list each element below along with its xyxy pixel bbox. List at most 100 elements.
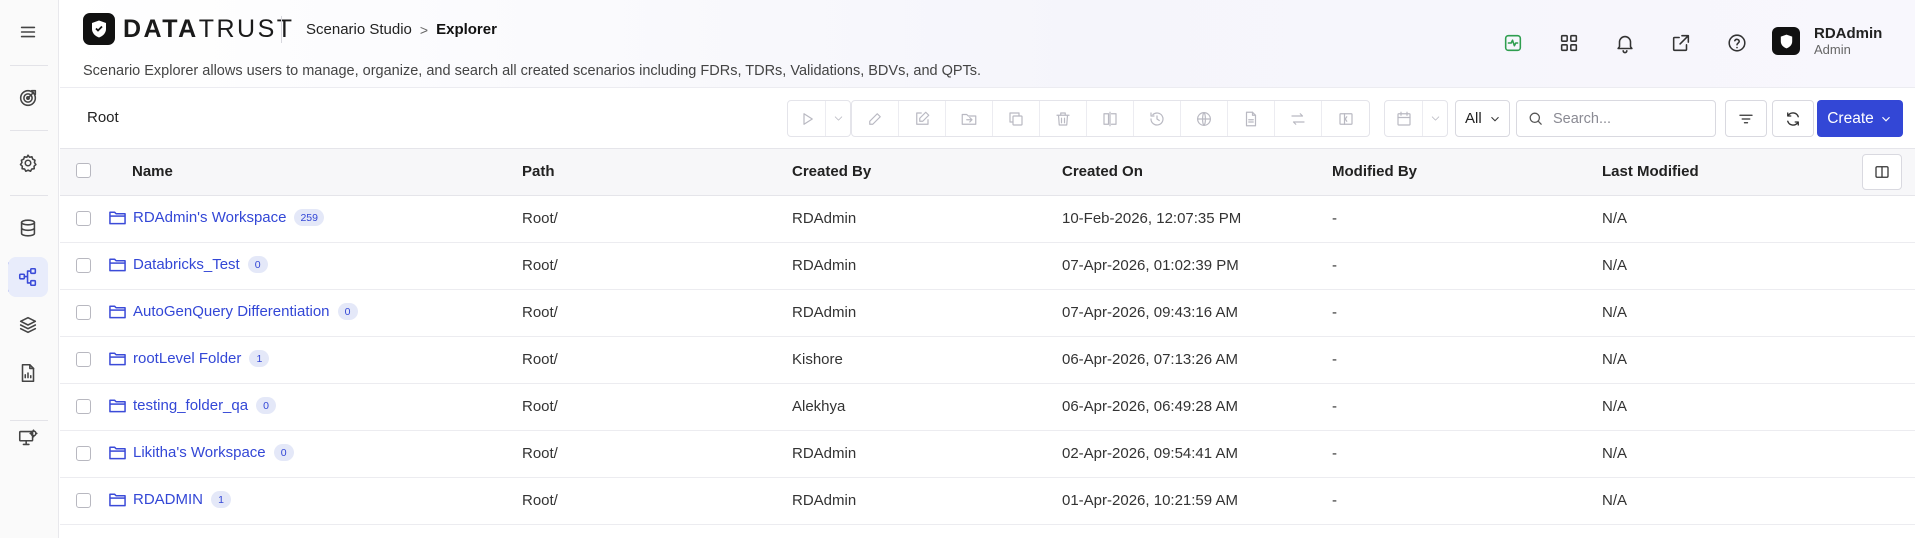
folder-name-link[interactable]: AutoGenQuery Differentiation [133,303,330,320]
nav-item-database[interactable] [8,208,48,248]
compare-button[interactable] [1087,101,1134,136]
swap-button[interactable] [1275,101,1322,136]
move-button[interactable] [946,101,993,136]
modified-by-cell: - [1332,398,1337,415]
sidebar-panel-icon [1338,112,1353,125]
notifications-button[interactable] [1609,27,1641,59]
created-on-cell: 07-Apr-2026, 09:43:16 AM [1062,304,1238,321]
modified-by-cell: - [1332,351,1337,368]
row-checkbox[interactable] [76,258,91,273]
publish-button[interactable] [1181,101,1228,136]
page-description: Scenario Explorer allows users to manage… [83,63,982,79]
folder-icon [109,258,126,272]
edit-button[interactable] [899,101,946,136]
copy-button[interactable] [993,101,1040,136]
health-status-button[interactable] [1497,27,1529,59]
table-row[interactable]: Likitha's Workspace 0 Root/RDAdmin 02-Apr-2… [60,431,1915,478]
created-on-cell: 10-Feb-2026, 12:07:35 PM [1062,210,1242,227]
edit-square-icon [916,111,930,125]
run-button[interactable] [788,101,826,136]
table-row[interactable]: RDADMIN 1 Root/RDAdmin 01-Apr-2026, 10:21:5… [60,478,1915,525]
refresh-button[interactable] [1772,100,1814,137]
table-row[interactable]: testing_folder_qa 0 Root/Alekhya 06-Apr-202… [60,384,1915,431]
export-button[interactable] [1228,101,1275,136]
user-name: RDAdmin [1814,25,1883,42]
nav-item-reports[interactable] [8,353,48,393]
row-checkbox[interactable] [76,352,91,367]
table-row[interactable]: Databricks_Test 0 Root/RDAdmin 07-Apr-2026,… [60,243,1915,290]
column-header-created-by[interactable]: Created By [792,163,871,180]
path-cell: Root/ [522,304,558,321]
folder-name-cell[interactable]: rootLevel Folder 1 [109,350,270,367]
folder-name-cell[interactable]: RDADMIN 1 [109,491,231,508]
report-document-icon [21,363,35,383]
help-button[interactable] [1721,27,1753,59]
apps-grid-button[interactable] [1553,27,1585,59]
nav-item-monitoring[interactable] [8,418,48,458]
nav-item-layers[interactable] [8,305,48,345]
monitor-settings-icon [18,429,38,446]
last-modified-cell: N/A [1602,398,1628,415]
item-count-badge: 1 [249,350,270,367]
folder-name-cell[interactable]: AutoGenQuery Differentiation 0 [109,303,358,320]
column-header-created-on[interactable]: Created On [1062,163,1143,180]
column-settings-button[interactable] [1862,154,1902,190]
row-checkbox[interactable] [76,305,91,320]
nav-item-targets[interactable] [8,78,48,118]
row-checkbox[interactable] [76,493,91,508]
nav-item-scenario-studio[interactable] [8,257,48,297]
table-row[interactable]: RDAdmin's Workspace 259 Root/RDAdmin 10-Feb… [60,196,1915,243]
schedule-button[interactable] [1385,101,1423,136]
folder-name-link[interactable]: RDAdmin's Workspace [133,209,286,226]
nav-item-settings[interactable] [8,143,48,183]
item-count-badge: 0 [256,397,277,414]
history-button[interactable] [1134,101,1181,136]
column-header-modified-by[interactable]: Modified By [1332,163,1417,180]
breadcrumb-scenario-studio[interactable]: Scenario Studio [306,21,412,38]
open-external-button[interactable] [1665,27,1697,59]
create-button[interactable]: Create [1817,100,1903,137]
folder-name-link[interactable]: RDADMIN [133,491,203,508]
folder-name-cell[interactable]: RDAdmin's Workspace 259 [109,209,324,226]
bell-icon [1617,35,1633,54]
folder-name-link[interactable]: rootLevel Folder [133,350,241,367]
schedule-options-dropdown[interactable] [1423,101,1447,136]
folder-name-cell[interactable]: Likitha's Workspace 0 [109,444,294,461]
path-cell: Root/ [522,351,558,368]
type-filter-select[interactable]: All [1455,100,1510,137]
row-checkbox[interactable] [76,211,91,226]
folder-name-cell[interactable]: testing_folder_qa 0 [109,397,277,414]
filter-lines-icon [1739,114,1753,123]
hamburger-menu-icon [20,26,36,38]
shield-logo-icon [83,13,115,45]
type-filter-value: All [1465,110,1482,127]
brand-name: DATATRUST [123,14,295,43]
folder-name-link[interactable]: testing_folder_qa [133,397,248,414]
row-checkbox[interactable] [76,446,91,461]
created-by-cell: RDAdmin [792,257,857,274]
refresh-icon [1787,111,1799,126]
folder-name-cell[interactable]: Databricks_Test 0 [109,256,268,273]
folder-name-link[interactable]: Databricks_Test [133,256,240,273]
column-header-path[interactable]: Path [522,163,555,180]
search-input[interactable] [1553,110,1713,127]
breadcrumb-current: Explorer [436,21,497,38]
delete-button[interactable] [1040,101,1087,136]
column-header-last-modified[interactable]: Last Modified [1602,163,1699,180]
table-row[interactable]: rootLevel Folder 1 Root/Kishore 06-Apr-2026… [60,337,1915,384]
column-header-name[interactable]: Name [132,163,173,180]
current-folder-label: Root [87,109,119,126]
user-profile[interactable]: RDAdmin Admin [1772,25,1883,57]
panel-button[interactable] [1322,101,1369,136]
row-checkbox[interactable] [76,399,91,414]
run-options-dropdown[interactable] [826,101,850,136]
table-row[interactable]: AutoGenQuery Differentiation 0 Root/RDAdmi… [60,290,1915,337]
menu-toggle-button[interactable] [8,12,48,52]
brand-logo[interactable]: DATATRUST [83,13,295,45]
filter-button[interactable] [1725,100,1767,137]
created-on-cell: 02-Apr-2026, 09:54:41 AM [1062,445,1238,462]
search-icon [1529,112,1542,125]
folder-name-link[interactable]: Likitha's Workspace [133,444,266,461]
select-all-checkbox[interactable] [76,163,91,178]
rename-button[interactable] [852,101,899,136]
